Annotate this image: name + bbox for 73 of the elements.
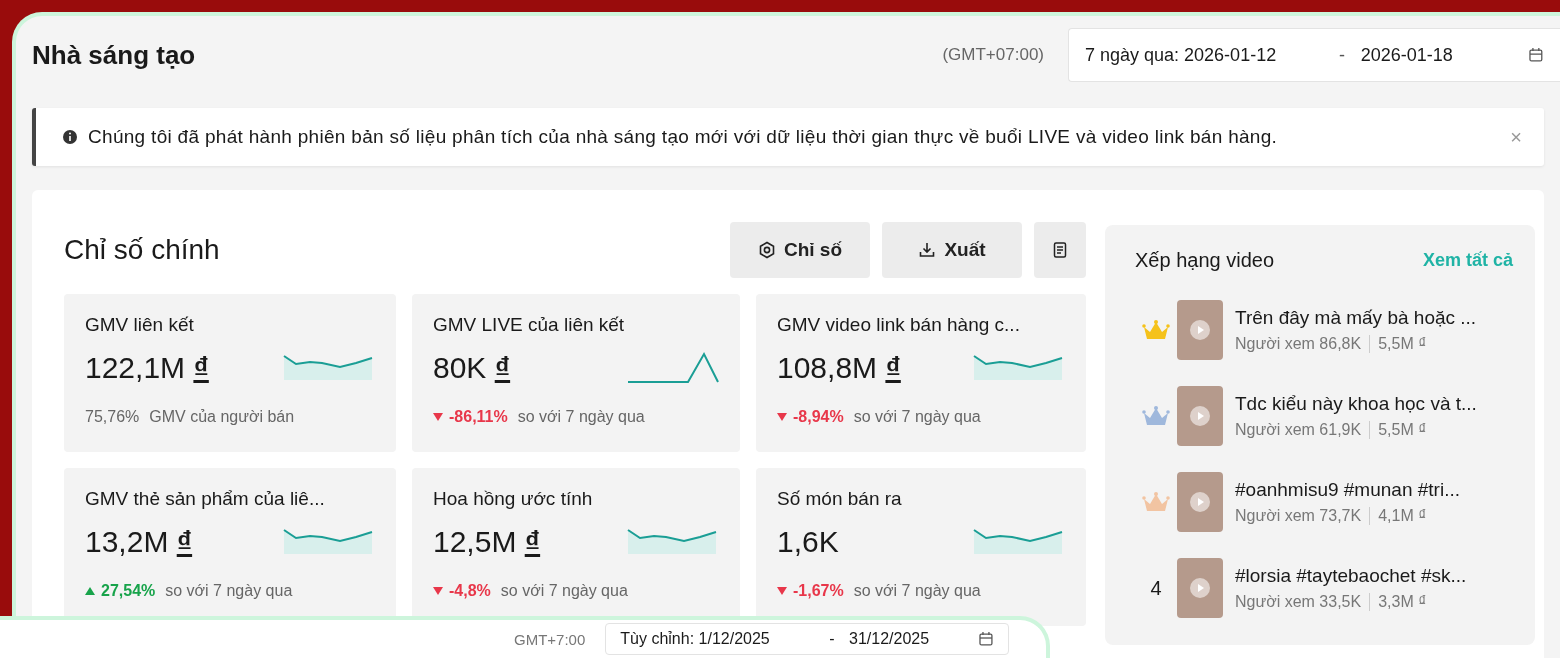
download-icon	[918, 241, 937, 259]
ranking-title: Xếp hạng video	[1135, 249, 1274, 272]
viewer-count: Người xem 61,9K	[1235, 421, 1371, 439]
video-rank-item[interactable]: Tdc kiểu này khoa học và t... Người xem 61,9K 5,5M ₫	[1135, 386, 1513, 446]
viewer-count: Người xem 33,5K	[1235, 593, 1371, 611]
viewer-count: Người xem 86,8K	[1235, 335, 1371, 353]
calendar-icon	[1528, 47, 1544, 63]
rank-number: 4	[1150, 576, 1162, 600]
play-icon	[1190, 406, 1210, 426]
metric-label: Số món bán ra	[777, 488, 903, 510]
metric-value: 12,5M ₫	[433, 525, 541, 559]
video-gmv: 5,5M ₫	[1378, 421, 1427, 439]
metric-label: Hoa hồng ước tính	[433, 488, 594, 510]
play-icon	[1190, 492, 1210, 512]
change-note: so với 7 ngày qua	[517, 408, 645, 426]
video-rank-item[interactable]: Trên đây mà mấy bà hoặc ... Người xem 86,8K 5,5M ₫	[1135, 300, 1513, 360]
export-button[interactable]: Xuất	[882, 222, 1022, 278]
video-title: Tdc kiểu này khoa học và t...	[1235, 393, 1477, 415]
date-separator: -	[1339, 44, 1347, 66]
video-rank-item[interactable]: #oanhmisu9 #munan #tri... Người xem 73,7K 4,1M ₫	[1135, 472, 1513, 532]
date-separator: -	[829, 630, 836, 648]
video-title: #oanhmisu9 #munan #tri...	[1235, 479, 1460, 501]
info-icon	[62, 129, 78, 145]
page-title: Nhà sáng tạo	[32, 39, 196, 71]
section-title: Chỉ số chính	[64, 234, 220, 266]
timezone-label: GMT+7:00	[514, 630, 586, 648]
date-range-field[interactable]: Tùy chỉnh: 1/12/2025 - 31/12/2025	[605, 623, 1010, 655]
down-triangle-icon	[433, 587, 443, 595]
video-title: #lorsia #taytebaochet #sk...	[1235, 565, 1467, 587]
metric-label: GMV video link bán hàng c...	[777, 314, 1021, 336]
video-rank-item[interactable]: 4 #lorsia #taytebaochet #sk... Người xem 33,5K 3,3M ₫	[1135, 558, 1513, 618]
metric-value: 1,6K	[777, 525, 839, 559]
change-note: so với 7 ngày qua	[500, 582, 628, 600]
metric-label: GMV thẻ sản phẩm của liê...	[85, 488, 326, 510]
play-icon	[1190, 320, 1210, 340]
change-note: so với 7 ngày qua	[853, 408, 981, 426]
play-icon	[1190, 578, 1210, 598]
change-value: 75,76%	[85, 408, 140, 426]
down-triangle-icon	[777, 587, 787, 595]
date-start: 7 ngày qua: 2026-01-12	[1085, 44, 1278, 66]
change-value: -1,67%	[793, 582, 844, 600]
timezone-label: (GMT+07:00)	[942, 45, 1044, 65]
metric-value: 108,8M ₫	[777, 351, 901, 385]
date-start: Tùy chỉnh: 1/12/2025	[620, 630, 771, 648]
notice-text: Chúng tôi đã phát hành phiên bản số liệu phân tích của nhà sáng tạo mới với dữ liệu thời gian thực về buổi LIVE và video link bán hàng.	[88, 126, 1278, 148]
change-note: so với 7 ngày qua	[165, 582, 293, 600]
down-triangle-icon	[433, 413, 443, 421]
change-value: -4,8%	[449, 582, 491, 600]
report-button[interactable]	[1034, 222, 1086, 278]
metric-label: GMV liên kết	[85, 314, 195, 336]
video-gmv: 3,3M ₫	[1378, 593, 1427, 611]
metric-label: GMV LIVE của liên kết	[433, 314, 626, 336]
change-value: 27,54%	[101, 582, 156, 600]
date-end: 31/12/2025	[849, 630, 931, 648]
settings-icon	[757, 241, 776, 259]
change-note: so với 7 ngày qua	[853, 582, 981, 600]
metric-value: 122,1M ₫	[85, 351, 209, 385]
metric-value: 80K ₫	[433, 351, 511, 385]
metrics-button[interactable]: Chỉ số	[730, 222, 870, 278]
change-value: -86,11%	[449, 408, 508, 426]
video-title: Trên đây mà mấy bà hoặc ...	[1235, 307, 1477, 329]
change-value: -8,94%	[793, 408, 844, 426]
metric-value: 13,2M ₫	[85, 525, 193, 559]
viewer-count: Người xem 73,7K	[1235, 507, 1371, 525]
video-gmv: 4,1M ₫	[1378, 507, 1427, 525]
video-gmv: 5,5M ₫	[1378, 335, 1427, 353]
down-triangle-icon	[777, 413, 787, 421]
up-triangle-icon	[85, 587, 95, 595]
date-end: 2026-01-18	[1360, 44, 1454, 66]
document-icon	[1051, 241, 1069, 259]
calendar-icon	[978, 631, 995, 647]
date-range-field[interactable]: 7 ngày qua: 2026-01-12 - 2026-01-18	[1068, 28, 1560, 82]
change-note: GMV của người bán	[149, 408, 295, 426]
